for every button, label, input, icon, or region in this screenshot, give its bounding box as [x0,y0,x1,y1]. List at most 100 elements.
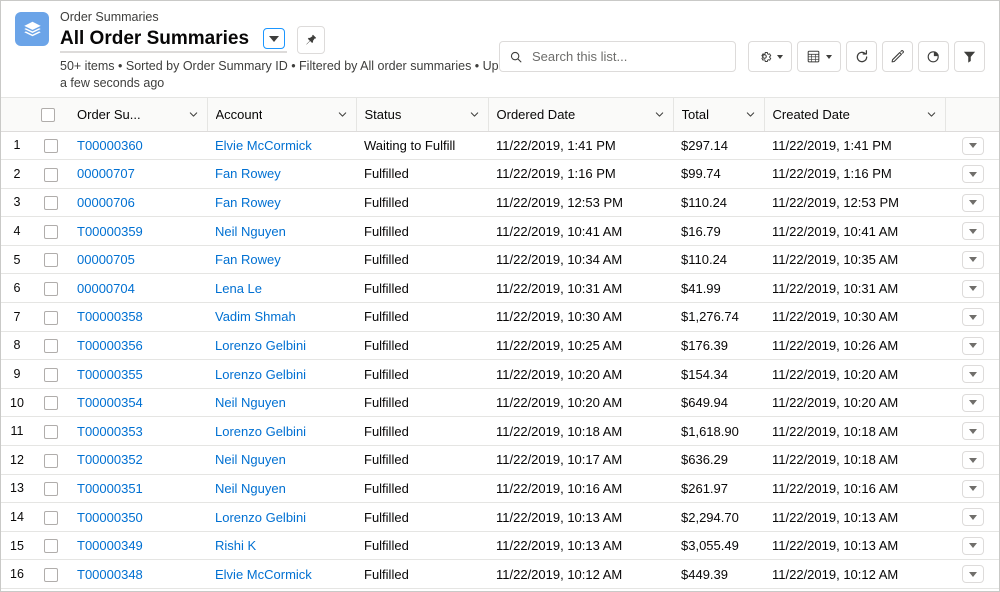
row-actions-button[interactable] [962,508,984,527]
order-summary-link[interactable]: 00000704 [77,281,135,296]
order-summary-link[interactable]: T00000352 [77,452,143,467]
account-link[interactable]: Lorenzo Gelbini [215,367,306,382]
order-summary-link[interactable]: T00000355 [77,367,143,382]
row-checkbox[interactable] [44,139,58,154]
cell-order-summary: T00000359 [69,216,207,246]
table-row[interactable]: 7 T00000358 Vadim Shmah Fulfilled 11/22/2019… [1,302,999,332]
account-link[interactable]: Fan Rowey [215,195,281,210]
table-row[interactable]: 14 T00000350 Lorenzo Gelbini Fulfilled 11/22… [1,502,999,532]
chart-button[interactable] [918,41,949,72]
account-link[interactable]: Lorenzo Gelbini [215,510,306,525]
account-link[interactable]: Neil Nguyen [215,481,286,496]
account-link[interactable]: Neil Nguyen [215,224,286,239]
search-box[interactable] [499,41,736,72]
table-row[interactable]: 15 T00000349 Rishi K Fulfilled 11/22/2019, 1… [1,531,999,561]
account-link[interactable]: Vadim Shmah [215,309,296,324]
account-link[interactable]: Lena Le [215,281,262,296]
order-summary-link[interactable]: T00000349 [77,538,143,553]
row-checkbox[interactable] [44,310,58,325]
order-summary-link[interactable]: T00000359 [77,224,143,239]
row-checkbox[interactable] [44,167,58,182]
row-actions-button[interactable] [962,565,984,584]
order-summary-link[interactable]: T00000348 [77,567,143,582]
table-row[interactable]: 5 00000705 Fan Rowey Fulfilled 11/22/2019, 1… [1,245,999,275]
row-actions-button[interactable] [962,136,984,155]
column-header-status[interactable]: Status [356,98,489,132]
order-summary-link[interactable]: T00000350 [77,510,143,525]
table-row[interactable]: 13 T00000351 Neil Nguyen Fulfilled 11/22/201… [1,474,999,504]
order-summary-link[interactable]: T00000358 [77,309,143,324]
list-view-selector-dropdown[interactable] [263,28,286,49]
table-row[interactable]: 8 T00000356 Lorenzo Gelbini Fulfilled 11/22/… [1,331,999,361]
account-link[interactable]: Elvie McCormick [215,138,312,153]
row-checkbox[interactable] [44,425,58,440]
pin-list-view-button[interactable] [297,26,326,54]
column-header-ordered-date[interactable]: Ordered Date [488,98,674,132]
row-checkbox[interactable] [44,196,58,211]
column-header-total[interactable]: Total [673,98,765,132]
display-as-button[interactable] [797,41,841,72]
account-link[interactable]: Rishi K [215,538,256,553]
table-row[interactable]: 12 T00000352 Neil Nguyen Fulfilled 11/22/201… [1,445,999,475]
row-actions-button[interactable] [962,165,984,184]
table-row[interactable]: 16 T00000348 Elvie McCormick Fulfilled 11/22… [1,559,999,589]
refresh-button[interactable] [846,41,877,72]
order-summary-link[interactable]: T00000354 [77,395,143,410]
column-header-order-summary[interactable]: Order Su... [69,98,208,132]
table-row[interactable]: 4 T00000359 Neil Nguyen Fulfilled 11/22/2019… [1,216,999,246]
account-link[interactable]: Lorenzo Gelbini [215,338,306,353]
row-checkbox[interactable] [44,282,58,297]
filter-button[interactable] [954,41,985,72]
row-checkbox[interactable] [44,367,58,382]
row-checkbox[interactable] [44,224,58,239]
row-actions-button[interactable] [962,308,984,327]
row-actions-button[interactable] [962,393,984,412]
row-checkbox[interactable] [44,539,58,554]
account-link[interactable]: Fan Rowey [215,166,281,181]
row-checkbox[interactable] [44,567,58,582]
account-link[interactable]: Lorenzo Gelbini [215,424,306,439]
cell-account: Lorenzo Gelbini [207,359,356,389]
table-row[interactable]: 6 00000704 Lena Le Fulfilled 11/22/2019, 10:… [1,273,999,304]
select-all-checkbox[interactable] [41,108,55,123]
account-link[interactable]: Fan Rowey [215,252,281,267]
table-row[interactable]: 3 00000706 Fan Rowey Fulfilled 11/22/2019, 1… [1,188,999,218]
table-row[interactable]: 1 T00000360 Elvie McCormick Waiting to Fulf… [1,131,999,161]
order-summary-link[interactable]: 00000705 [77,252,135,267]
cell-row-actions [945,245,999,275]
row-actions-button[interactable] [962,479,984,498]
search-input[interactable] [530,48,726,65]
account-link[interactable]: Elvie McCormick [215,567,312,582]
table-row[interactable]: 10 T00000354 Neil Nguyen Fulfilled 11/22/201… [1,388,999,418]
row-actions-button[interactable] [962,451,984,470]
row-actions-button[interactable] [962,222,984,241]
order-summary-link[interactable]: T00000356 [77,338,143,353]
order-summary-link[interactable]: T00000360 [77,138,143,153]
row-checkbox[interactable] [44,453,58,468]
row-checkbox[interactable] [44,396,58,411]
order-summary-link[interactable]: T00000353 [77,424,143,439]
account-link[interactable]: Neil Nguyen [215,452,286,467]
account-link[interactable]: Neil Nguyen [215,395,286,410]
order-summary-link[interactable]: 00000706 [77,195,135,210]
edit-button[interactable] [882,41,913,72]
row-checkbox[interactable] [44,482,58,497]
row-checkbox[interactable] [44,253,58,268]
row-actions-button[interactable] [962,193,984,212]
row-actions-button[interactable] [962,365,984,384]
order-summary-link[interactable]: T00000351 [77,481,143,496]
table-row[interactable]: 9 T00000355 Lorenzo Gelbini Fulfilled 11/22/… [1,359,999,389]
row-checkbox[interactable] [44,510,58,525]
row-actions-button[interactable] [962,536,984,555]
row-actions-button[interactable] [962,250,984,269]
row-checkbox[interactable] [44,339,58,354]
table-row[interactable]: 2 00000707 Fan Rowey Fulfilled 11/22/2019, 1… [1,159,999,189]
row-actions-button[interactable] [962,279,984,298]
row-actions-button[interactable] [962,336,984,355]
column-header-created-date[interactable]: Created Date [764,98,946,132]
table-row[interactable]: 11 T00000353 Lorenzo Gelbini Fulfilled 11/22… [1,416,999,447]
list-view-controls-button[interactable] [748,41,792,72]
order-summary-link[interactable]: 00000707 [77,166,135,181]
row-actions-button[interactable] [962,422,984,441]
column-header-account[interactable]: Account [207,98,357,132]
